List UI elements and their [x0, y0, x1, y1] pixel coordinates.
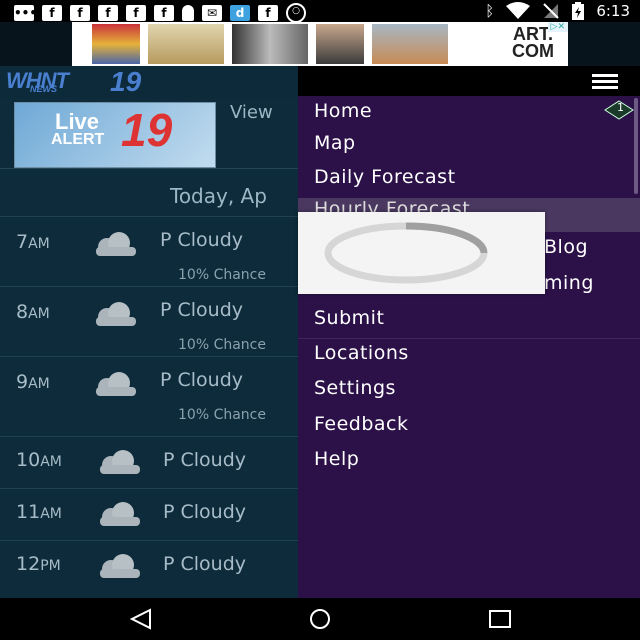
- menu-label: Settings: [314, 377, 396, 399]
- divider: [0, 168, 298, 169]
- ad-thumbnail[interactable]: [316, 24, 364, 64]
- view-link[interactable]: View: [230, 102, 273, 123]
- battery-charging-icon: [572, 2, 585, 20]
- menu-label: Submit: [314, 307, 385, 329]
- ad-thumbnail[interactable]: [148, 24, 224, 64]
- hour-chance: 10% Chance: [178, 337, 266, 353]
- menu-label: Help: [314, 448, 360, 470]
- hour-condition: P Cloudy: [160, 369, 244, 391]
- app-header: WHNT NEWS 19: [0, 66, 298, 98]
- hour-row[interactable]: 12PM P Cloudy: [0, 540, 298, 593]
- hour-row[interactable]: 10AM P Cloudy: [0, 436, 298, 489]
- hour-condition: P Cloudy: [163, 449, 247, 471]
- menu-item-settings[interactable]: Settings: [298, 373, 640, 407]
- menu-item-home[interactable]: Home 1: [298, 96, 640, 130]
- cloud-icon: [100, 450, 140, 474]
- menu-label: Daily Forecast: [314, 166, 456, 188]
- facebook-icon: f: [126, 5, 146, 21]
- weather-app-background: WHNT NEWS 19 Live ALERT 19 View Today, A…: [0, 66, 298, 598]
- menu-label: Locations: [314, 342, 409, 364]
- cloud-icon: [96, 232, 136, 256]
- hour-time: 7AM: [16, 231, 50, 253]
- ad-thumbnail[interactable]: [372, 24, 448, 64]
- menu-label: Blog: [544, 236, 588, 258]
- hour-row[interactable]: 7AM P Cloudy 10% Chance: [0, 216, 298, 287]
- hour-row[interactable]: 8AM P Cloudy 10% Chance: [0, 286, 298, 357]
- hour-time: 11AM: [16, 501, 62, 523]
- wifi-icon: [506, 2, 531, 19]
- ad-thumbnail[interactable]: [232, 24, 308, 64]
- cloud-icon: [96, 372, 136, 396]
- person-icon: [182, 5, 194, 21]
- ad-thumbnail[interactable]: [92, 24, 140, 64]
- loading-spinner-icon: [324, 222, 488, 284]
- status-bar: ••• f f f f f ✉ d f ○ ᛒ 6:13: [0, 0, 640, 23]
- home-icon[interactable]: [306, 608, 334, 630]
- cloud-icon: [100, 554, 140, 578]
- bluetooth-icon: ᛒ: [485, 2, 495, 20]
- cloud-icon: [96, 302, 136, 326]
- hour-time: 12PM: [16, 553, 61, 575]
- hour-condition: P Cloudy: [160, 299, 244, 321]
- menu-label: ming: [544, 272, 594, 294]
- menu-label: Home: [314, 100, 373, 122]
- mail-icon: ✉: [202, 5, 222, 21]
- drawer-header: [298, 66, 640, 96]
- facebook-icon: f: [98, 5, 118, 21]
- hour-condition: P Cloudy: [160, 229, 244, 251]
- live-alert-banner[interactable]: Live ALERT 19: [14, 102, 216, 168]
- menu-label: Map: [314, 132, 356, 154]
- navigation-drawer: Home 1 Map Daily Forecast Hourly Forecas…: [298, 66, 640, 598]
- menu-item-locations[interactable]: Locations: [298, 338, 640, 372]
- ad-logo-line2: COM: [512, 41, 554, 61]
- hour-row[interactable]: 9AM P Cloudy 10% Chance: [0, 356, 298, 427]
- loading-dialog: [298, 212, 545, 294]
- hour-row[interactable]: 11AM P Cloudy: [0, 488, 298, 541]
- notification-icons: ••• f f f f f ✉ d f ○: [14, 3, 306, 23]
- facebook-icon: f: [154, 5, 174, 21]
- menu-item-help[interactable]: Help: [298, 444, 640, 478]
- hamburger-menu-icon[interactable]: [592, 74, 618, 90]
- facebook-icon: f: [70, 5, 90, 21]
- menu-label: Feedback: [314, 413, 409, 435]
- adchoices-icon[interactable]: ▷✕: [547, 22, 568, 32]
- hour-condition: P Cloudy: [163, 553, 247, 575]
- menu-item-feedback[interactable]: Feedback: [298, 409, 640, 443]
- no-sim-icon: [543, 3, 560, 19]
- record-icon: ○: [286, 3, 306, 23]
- recent-apps-icon[interactable]: [486, 608, 514, 630]
- message-icon: •••: [14, 5, 38, 21]
- hour-chance: 10% Chance: [178, 267, 266, 283]
- hour-chance: 10% Chance: [178, 407, 266, 423]
- notification-count: 1: [617, 101, 624, 114]
- facebook-icon: f: [258, 5, 278, 21]
- facebook-icon: f: [42, 5, 62, 21]
- menu-item-map[interactable]: Map: [298, 128, 640, 162]
- brand-sub: NEWS: [30, 84, 57, 94]
- alert-number: 19: [121, 104, 173, 156]
- hour-condition: P Cloudy: [163, 501, 247, 523]
- cloud-icon: [100, 502, 140, 526]
- brand-number: 19: [110, 66, 142, 97]
- hour-time: 8AM: [16, 301, 50, 323]
- alert-word-text: ALERT: [51, 131, 105, 148]
- date-heading: Today, Ap: [170, 184, 267, 208]
- hour-time: 10AM: [16, 449, 62, 471]
- back-icon[interactable]: [128, 608, 156, 630]
- menu-item-submit[interactable]: Submit: [298, 303, 640, 337]
- system-navigation-bar: [0, 598, 640, 640]
- hour-time: 9AM: [16, 371, 50, 393]
- menu-item-daily-forecast[interactable]: Daily Forecast: [298, 162, 640, 196]
- clock: 6:13: [596, 2, 630, 20]
- ad-banner[interactable]: ART. COM ▷✕: [72, 22, 568, 66]
- dictionary-icon: d: [230, 5, 250, 21]
- system-icons: ᛒ 6:13: [485, 2, 630, 20]
